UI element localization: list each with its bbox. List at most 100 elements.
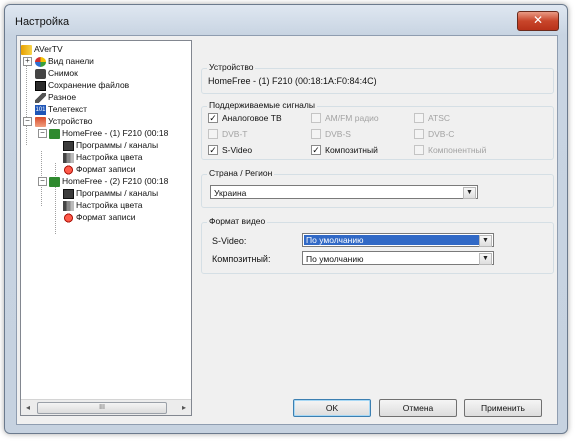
close-button[interactable]: ✕: [517, 11, 559, 31]
tree-item-record-1[interactable]: Формат записи: [63, 163, 136, 175]
checkbox-composite[interactable]: ✓ Композитный: [311, 144, 378, 156]
checkbox-dvb-t[interactable]: DVB-T: [208, 128, 248, 140]
tree-item-label: Формат записи: [76, 164, 136, 174]
tree-item-channels-1[interactable]: Программы / каналы: [63, 139, 158, 151]
checkbox-s-video[interactable]: ✓ S-Video: [208, 144, 252, 156]
collapse-toggle[interactable]: −: [38, 129, 47, 138]
tree-item-label: Настройка цвета: [76, 152, 143, 162]
tree-line: [55, 199, 56, 234]
panel-view-icon: [35, 56, 46, 67]
device-group: Устройство HomeFree - (1) F210 (00:18:1A…: [201, 62, 554, 94]
tree-item-avertv[interactable]: AVerTV: [21, 43, 63, 55]
checkbox-component[interactable]: Компонентный: [414, 144, 486, 156]
tree-item-label: Сохранение файлов: [48, 80, 130, 90]
window-title: Настройка: [15, 16, 70, 28]
collapse-toggle[interactable]: −: [38, 177, 47, 186]
checkbox-box[interactable]: ✓: [311, 144, 321, 155]
tree-item-label: AVerTV: [34, 44, 63, 54]
region-selected-value: Украина: [214, 188, 247, 198]
checkbox-label: Компонентный: [428, 145, 487, 155]
scroll-left-icon[interactable]: ◂: [22, 402, 34, 413]
tree-item-homefree-2[interactable]: HomeFree - (2) F210 (00:18: [49, 175, 168, 187]
tree-item-record-2[interactable]: Формат записи: [63, 211, 136, 223]
tree-item-label: Устройство: [48, 116, 93, 126]
pencil-icon: [35, 92, 46, 103]
s-video-label: S-Video:: [212, 236, 247, 246]
video-format-group-title: Формат видео: [207, 216, 268, 226]
camera-icon: [35, 68, 46, 79]
tree-item-label: Настройка цвета: [76, 200, 143, 210]
dropdown-arrow-icon[interactable]: ▼: [479, 253, 492, 265]
region-group-title: Страна / Регион: [207, 168, 275, 178]
s-video-selected-value: По умолчанию: [304, 235, 479, 245]
tuner-card-icon: [49, 176, 60, 187]
checkbox-box[interactable]: [414, 128, 424, 139]
tree-item-label: Разное: [48, 92, 77, 102]
checkbox-box[interactable]: ✓: [208, 144, 218, 155]
tuner-card-icon: [49, 128, 60, 139]
tree-item-color-1[interactable]: Настройка цвета: [63, 151, 142, 163]
checkbox-box[interactable]: [208, 128, 218, 139]
ok-button[interactable]: OK: [293, 399, 371, 417]
tree-item-teletext[interactable]: 101 Телетекст: [35, 103, 87, 115]
video-format-group: Формат видео S-Video: По умолчанию ▼ Ком…: [201, 216, 554, 274]
collapse-toggle[interactable]: −: [23, 117, 32, 126]
checkbox-box[interactable]: [311, 128, 321, 139]
tree-item-homefree-1[interactable]: HomeFree - (1) F210 (00:18: [49, 127, 168, 139]
checkbox-dvb-s[interactable]: DVB-S: [311, 128, 351, 140]
tree-item-color-2[interactable]: Настройка цвета: [63, 199, 142, 211]
tree-item-misc[interactable]: Разное: [35, 91, 76, 103]
signals-group: Поддерживаемые сигналы ✓ Аналоговое ТВ AM…: [201, 100, 554, 160]
tree-item-label: Вид панели: [48, 56, 94, 66]
s-video-format-select[interactable]: По умолчанию ▼: [302, 233, 494, 247]
checkbox-label: S-Video: [222, 145, 253, 155]
tree-item-panel-view[interactable]: Вид панели: [35, 55, 94, 67]
expand-toggle[interactable]: +: [23, 57, 32, 66]
checkbox-box[interactable]: ✓: [208, 112, 218, 123]
tree-item-snapshot[interactable]: Снимок: [35, 67, 78, 79]
tree-item-label: Телетекст: [48, 104, 88, 114]
composite-label: Композитный:: [212, 254, 271, 264]
teletext-icon: 101: [35, 104, 46, 115]
device-group-title: Устройство: [207, 62, 256, 72]
checkbox-dvb-c[interactable]: DVB-C: [414, 128, 454, 140]
checkbox-am-fm-radio[interactable]: AM/FM радио: [311, 112, 379, 124]
scroll-thumb[interactable]: III: [37, 402, 167, 414]
checkbox-box[interactable]: [414, 144, 424, 155]
tree-item-label: Формат записи: [76, 212, 136, 222]
tree-item-channels-2[interactable]: Программы / каналы: [63, 187, 158, 199]
device-name: HomeFree - (1) F210 (00:18:1A:F0:84:4C): [208, 76, 377, 86]
checkbox-box[interactable]: [311, 112, 321, 123]
settings-tree[interactable]: AVerTV + Вид панели Снимок Сохранение фа…: [20, 40, 192, 416]
composite-format-select[interactable]: По умолчанию ▼: [302, 251, 494, 265]
record-icon: [63, 212, 74, 223]
region-select[interactable]: Украина ▼: [210, 185, 478, 199]
tree-item-label: Программы / каналы: [76, 140, 159, 150]
checkbox-label: DVB-T: [222, 129, 248, 139]
tree-item-device[interactable]: Устройство: [35, 115, 92, 127]
checkbox-box[interactable]: [414, 112, 424, 123]
tree-item-label: HomeFree - (1) F210 (00:18: [62, 128, 169, 138]
record-icon: [63, 164, 74, 175]
checkbox-analog-tv[interactable]: ✓ Аналоговое ТВ: [208, 112, 282, 124]
tree-item-file-saving[interactable]: Сохранение файлов: [35, 79, 129, 91]
dropdown-arrow-icon[interactable]: ▼: [463, 187, 476, 199]
checkbox-label: DVB-C: [428, 129, 455, 139]
checkbox-label: Композитный: [325, 145, 378, 155]
apply-button[interactable]: Применить: [464, 399, 542, 417]
dropdown-arrow-icon[interactable]: ▼: [479, 235, 492, 247]
monitor-icon: [63, 140, 74, 151]
dialog-client-area: AVerTV + Вид панели Снимок Сохранение фа…: [16, 35, 558, 425]
horizontal-scrollbar[interactable]: ◂ III ▸: [21, 399, 191, 415]
title-bar[interactable]: Настройка ✕: [5, 5, 567, 35]
checkbox-label: AM/FM радио: [325, 113, 379, 123]
cancel-button[interactable]: Отмена: [379, 399, 457, 417]
checkbox-label: Аналоговое ТВ: [222, 113, 282, 123]
settings-window: Настройка ✕ AVerTV + Вид панели Снимок С…: [4, 4, 568, 434]
region-group: Страна / Регион Украина ▼: [201, 168, 554, 208]
checkbox-atsc[interactable]: ATSC: [414, 112, 450, 124]
device-icon: [35, 116, 46, 127]
scroll-right-icon[interactable]: ▸: [178, 402, 190, 413]
averTV-logo-icon: [21, 44, 32, 55]
color-bars-icon: [63, 200, 74, 211]
